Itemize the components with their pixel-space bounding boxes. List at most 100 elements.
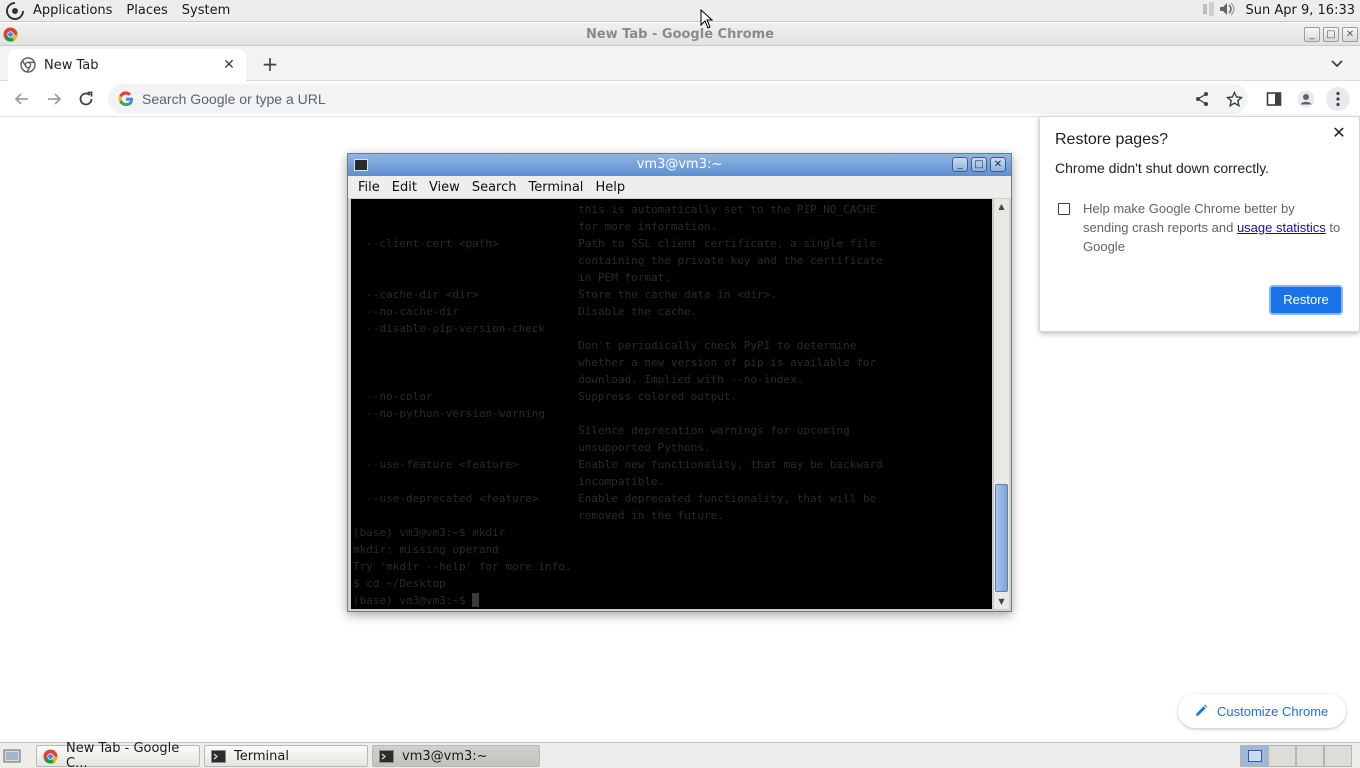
- restore-dialog-title: Restore pages?: [1055, 131, 1168, 148]
- taskbar-item-chrome[interactable]: New Tab - Google C...: [36, 741, 200, 768]
- terminal-line: for more information.: [353, 220, 718, 233]
- places-menu[interactable]: Places: [119, 0, 174, 22]
- back-arrow-icon[interactable]: [10, 87, 34, 111]
- customize-chrome-label: Customize Chrome: [1217, 703, 1329, 719]
- scroll-down-arrow-icon[interactable]: ▼: [996, 596, 1007, 607]
- applications-menu[interactable]: Applications: [26, 0, 119, 22]
- tab-close-icon[interactable]: ✕: [220, 56, 238, 74]
- terminal-line: (base) vm3@vm3:~$: [353, 594, 473, 607]
- terminal-screen[interactable]: this is automatically set to the PIP_NO_…: [351, 199, 992, 609]
- terminal-line: --use-feature <feature> Enable new funct…: [353, 458, 883, 471]
- workspace-1[interactable]: [1240, 745, 1268, 767]
- terminal-line: unsupported Pythons.: [353, 441, 711, 454]
- kebab-menu-icon[interactable]: [1326, 87, 1350, 111]
- crash-report-checkbox[interactable]: [1058, 203, 1070, 215]
- browser-toolbar: [0, 81, 1360, 117]
- top-panel: Applications Places System Sun Apr 9, 16…: [0, 0, 1360, 22]
- restore-pages-dialog: Restore pages? ✕ Chrome didn't shut down…: [1039, 116, 1360, 332]
- omnibox-input[interactable]: [142, 91, 1142, 107]
- new-tab-button[interactable]: +: [258, 52, 282, 76]
- forward-arrow-icon[interactable]: [42, 87, 66, 111]
- close-button[interactable]: ✕: [1342, 27, 1358, 42]
- usage-statistics-link[interactable]: usage statistics: [1237, 220, 1326, 235]
- network-icon[interactable]: [1202, 0, 1216, 22]
- taskbar-item-terminal[interactable]: Terminal: [204, 745, 368, 767]
- terminal-line: --disable-pip-version-check: [353, 322, 546, 335]
- tab-title: New Tab: [44, 57, 99, 73]
- terminal-line: removed in the future.: [353, 509, 724, 522]
- taskbar-item-vm3-terminal[interactable]: vm3@vm3:~: [372, 745, 540, 767]
- terminal-menu-terminal[interactable]: Terminal: [522, 180, 589, 195]
- terminal-scrollbar[interactable]: ▲ ▼: [993, 199, 1009, 609]
- terminal-menu-file[interactable]: File: [352, 180, 386, 195]
- crash-report-checkbox-label: Help make Google Chrome better by sendin…: [1083, 201, 1341, 254]
- close-icon[interactable]: ✕: [1329, 123, 1349, 143]
- volume-icon[interactable]: [1218, 0, 1236, 22]
- scrollbar-thumb[interactable]: [995, 484, 1008, 592]
- terminal-menu-edit[interactable]: Edit: [386, 180, 423, 195]
- bottom-taskbar: New Tab - Google C... Terminal vm3@vm3:~: [0, 741, 1360, 768]
- reload-icon[interactable]: [74, 87, 98, 111]
- pencil-icon: [1194, 704, 1208, 718]
- workspace-3[interactable]: [1296, 745, 1324, 767]
- terminal-line: download. Implied with --no-index.: [353, 373, 804, 386]
- terminal-line: --use-deprecated <feature> Enable deprec…: [353, 492, 877, 505]
- terminal-line: in PEM format.: [353, 271, 671, 284]
- taskbar-item-label: vm3@vm3:~: [402, 748, 488, 764]
- chrome-favicon-icon: [20, 57, 36, 73]
- terminal-icon: [211, 749, 226, 764]
- mouse-cursor-icon: [700, 9, 714, 29]
- terminal-menubar: File Edit View Search Terminal Help: [348, 176, 1011, 198]
- distro-logo-icon[interactable]: [4, 0, 26, 22]
- minimize-button[interactable]: _: [1304, 27, 1320, 42]
- terminal-line: (base) vm3@vm3:~$ mkdir: [353, 526, 506, 539]
- tab-strip: New Tab ✕ +: [0, 46, 1360, 81]
- terminal-minimize-button[interactable]: _: [952, 157, 968, 172]
- terminal-menu-help[interactable]: Help: [589, 180, 631, 195]
- terminal-close-button[interactable]: ✕: [990, 157, 1006, 172]
- taskbar-item-label: New Tab - Google C...: [66, 741, 180, 768]
- workspace-2[interactable]: [1268, 745, 1296, 767]
- maximize-button[interactable]: □: [1323, 27, 1339, 42]
- terminal-line: Try 'mkdir --help' for more info.: [353, 560, 572, 573]
- terminal-icon: [379, 749, 394, 764]
- chrome-window-title: New Tab - Google Chrome: [585, 27, 775, 42]
- omnibox[interactable]: [108, 84, 1248, 114]
- tab-new-tab[interactable]: New Tab ✕: [8, 49, 246, 81]
- terminal-title: vm3@vm3:~: [636, 157, 723, 172]
- tab-search-chevron-down-icon[interactable]: [1328, 54, 1346, 72]
- terminal-titlebar[interactable]: vm3@vm3:~ _ □ ✕: [348, 154, 1011, 176]
- share-icon[interactable]: [1190, 87, 1214, 111]
- terminal-line: mkdir: missing operand: [353, 543, 499, 556]
- scroll-up-arrow-icon[interactable]: ▲: [996, 201, 1007, 212]
- terminal-maximize-button[interactable]: □: [971, 157, 987, 172]
- restore-dialog-message: Chrome didn't shut down correctly.: [1055, 160, 1270, 176]
- terminal-line: whether a new version of pip is availabl…: [353, 356, 877, 369]
- customize-chrome-button[interactable]: Customize Chrome: [1178, 694, 1346, 728]
- terminal-line: --no-cache-dir Disable the cache.: [353, 305, 698, 318]
- taskbar-item-label: Terminal: [234, 748, 289, 764]
- side-panel-icon[interactable]: [1262, 87, 1286, 111]
- terminal-output: this is automatically set to the PIP_NO_…: [353, 201, 992, 609]
- terminal-line: $ cd ~/Desktop: [353, 577, 446, 590]
- terminal-menu-view[interactable]: View: [423, 180, 466, 195]
- clock[interactable]: Sun Apr 9, 16:33: [1240, 3, 1360, 18]
- terminal-cursor: [472, 593, 480, 607]
- terminal-line: Don't periodically check PyPI to determi…: [353, 339, 857, 352]
- system-tray: [1202, 0, 1240, 22]
- restore-button[interactable]: Restore: [1269, 285, 1343, 315]
- terminal-menu-search[interactable]: Search: [466, 180, 523, 195]
- workspace-4[interactable]: [1324, 745, 1352, 767]
- workspace-switcher: [1240, 745, 1352, 767]
- terminal-line: Silence deprecation warnings for upcomin…: [353, 424, 850, 437]
- terminal-line: --client-cert <path> Path to SSL client …: [353, 237, 877, 250]
- system-menu[interactable]: System: [175, 0, 237, 22]
- terminal-line: incompatible.: [353, 475, 665, 488]
- profile-avatar-icon[interactable]: [1294, 87, 1318, 111]
- show-desktop-icon[interactable]: [2, 747, 22, 765]
- google-g-icon: [118, 91, 134, 107]
- terminal-window: vm3@vm3:~ _ □ ✕ File Edit View Search Te…: [347, 153, 1012, 612]
- bookmark-star-icon[interactable]: [1222, 87, 1246, 111]
- terminal-line: --no-color Suppress colored output.: [353, 390, 738, 403]
- chrome-titlebar[interactable]: New Tab - Google Chrome _ □ ✕: [0, 23, 1360, 46]
